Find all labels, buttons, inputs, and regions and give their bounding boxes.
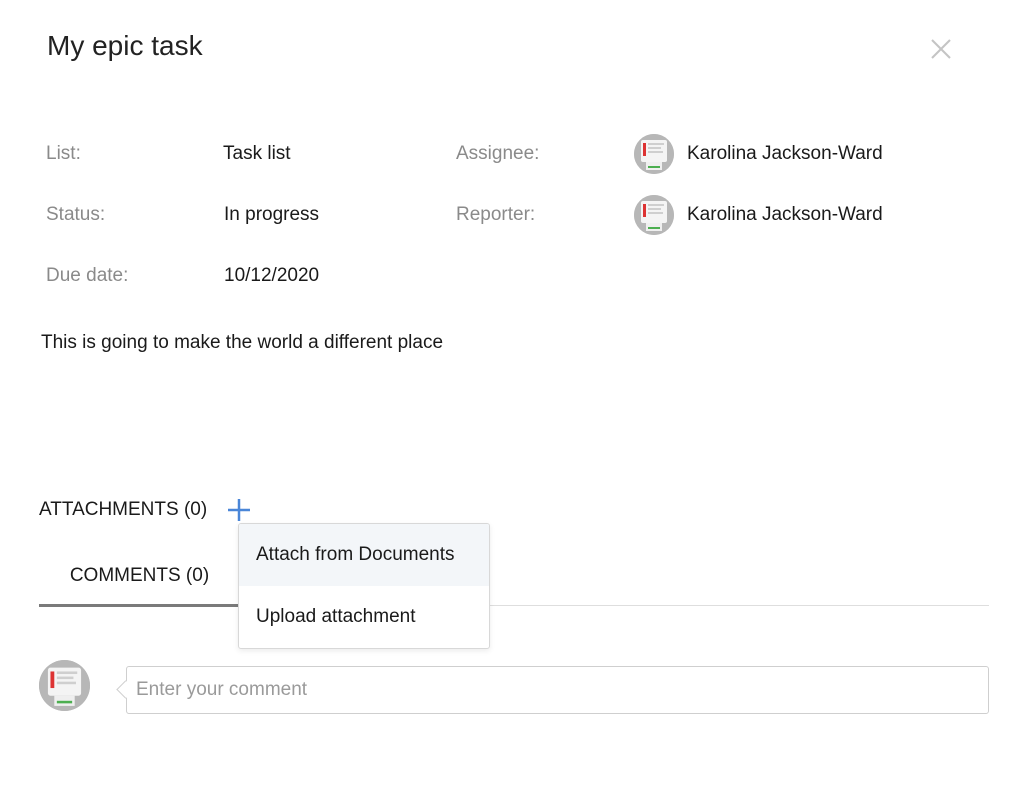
close-button[interactable] [926, 34, 956, 64]
plus-icon [228, 499, 251, 521]
close-icon [931, 39, 951, 59]
reporter-name: Karolina Jackson-Ward [687, 204, 883, 225]
assignee-name: Karolina Jackson-Ward [687, 143, 883, 164]
menu-item-attach-from-documents[interactable]: Attach from Documents [239, 524, 489, 586]
comment-input-wrapper [116, 666, 989, 714]
add-attachment-button[interactable] [225, 496, 253, 524]
assignee[interactable]: Karolina Jackson-Ward [634, 134, 883, 174]
reporter-avatar [634, 195, 674, 235]
task-detail-modal: My epic task List: Task list Status: In … [0, 0, 1024, 806]
assignee-avatar [634, 134, 674, 174]
current-user-avatar [39, 660, 90, 711]
reporter-label: Reporter: [456, 204, 536, 225]
reporter[interactable]: Karolina Jackson-Ward [634, 195, 883, 235]
list-value: Task list [223, 143, 291, 164]
comment-composer [39, 660, 989, 714]
status-label: Status: [46, 204, 106, 225]
list-label: List: [46, 143, 81, 164]
attachment-menu: Attach from Documents Upload attachment [238, 523, 490, 649]
due-date-value: 10/12/2020 [224, 265, 320, 286]
attachments-label: ATTACHMENTS (0) [39, 499, 208, 520]
attachments-header: ATTACHMENTS (0) [39, 496, 253, 524]
assignee-label: Assignee: [456, 143, 540, 164]
task-description: This is going to make the world a differ… [41, 332, 444, 353]
tab-comments[interactable]: COMMENTS (0) [39, 548, 240, 607]
task-title: My epic task [47, 30, 203, 61]
tab-comments-label: COMMENTS (0) [69, 565, 210, 586]
menu-item-upload-attachment[interactable]: Upload attachment [239, 586, 489, 648]
due-date-label: Due date: [46, 265, 129, 286]
comment-input[interactable] [126, 666, 989, 714]
status-value: In progress [224, 204, 320, 225]
